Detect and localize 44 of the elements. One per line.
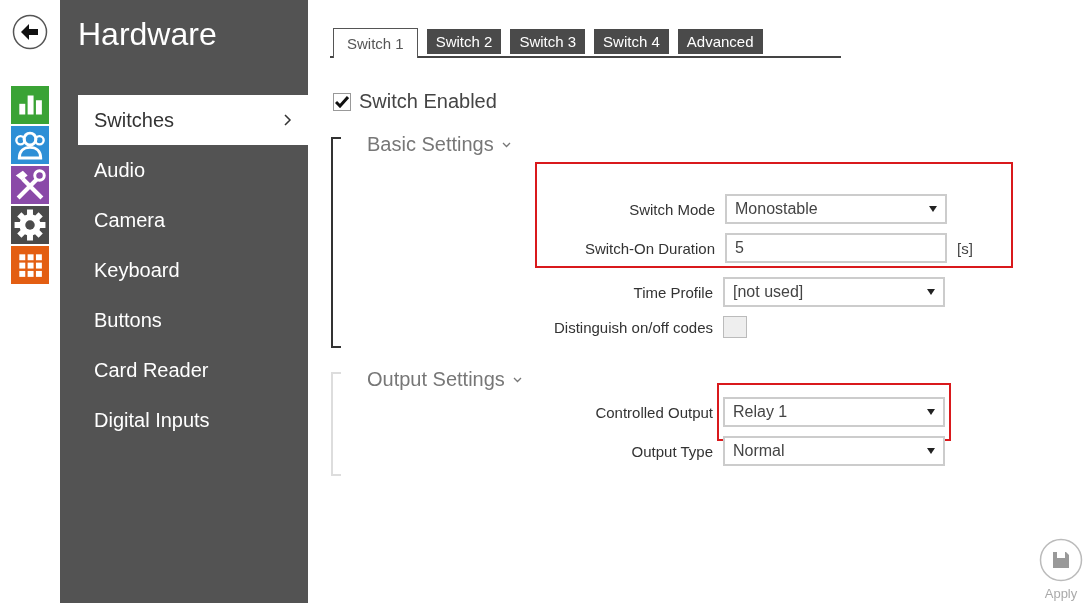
sidebar-title: Hardware xyxy=(77,15,218,54)
dropdown-field[interactable]: [not used] xyxy=(723,277,945,307)
field-label: Switch-On Duration xyxy=(583,239,715,257)
field-label: Controlled Output xyxy=(594,403,713,421)
floppy-disk-icon xyxy=(1039,538,1083,582)
tab[interactable]: Switch 3 xyxy=(510,29,586,54)
users-icon[interactable] xyxy=(11,126,49,164)
settings-icon[interactable] xyxy=(11,206,49,244)
field-label: Switch Mode xyxy=(628,200,715,218)
tab[interactable]: Switch 1 xyxy=(333,28,418,58)
sidebar-item[interactable]: Camera xyxy=(78,195,308,245)
section-title[interactable]: Basic Settings xyxy=(367,133,494,156)
dropdown-field[interactable]: Relay 1 xyxy=(723,397,945,427)
field-label: Output Type xyxy=(630,442,713,460)
sidebar-item[interactable]: Keyboard xyxy=(78,245,308,295)
dropdown-caret-icon xyxy=(929,206,937,212)
tab[interactable]: Switch 4 xyxy=(594,29,669,54)
bar-chart-icon[interactable] xyxy=(11,86,49,124)
checkbox[interactable] xyxy=(333,92,351,111)
unit-label: [s] xyxy=(957,239,974,257)
checkbox[interactable] xyxy=(723,316,747,338)
tab[interactable]: Advanced xyxy=(677,29,763,54)
input-field[interactable]: 5 xyxy=(725,233,947,263)
chevron-down-icon xyxy=(501,141,511,148)
dropdown-caret-icon xyxy=(927,448,935,454)
dropdown-field[interactable]: Monostable xyxy=(725,194,947,224)
sidebar-item[interactable]: Digital Inputs xyxy=(78,395,308,445)
field-label: Time Profile xyxy=(632,283,713,301)
chevron-down-icon xyxy=(512,376,522,383)
chevron-right-icon xyxy=(284,114,292,126)
hammer-wrench-icon[interactable] xyxy=(11,166,49,204)
dropdown-caret-icon xyxy=(927,409,935,415)
sidebar-item[interactable]: Audio xyxy=(78,145,308,195)
grid-icon[interactable] xyxy=(11,246,49,284)
sidebar-item[interactable]: Switches xyxy=(78,95,308,145)
checkbox-label: Switch Enabled xyxy=(359,90,497,113)
dropdown-field[interactable]: Normal xyxy=(723,436,945,466)
sidebar-item[interactable]: Buttons xyxy=(78,295,308,345)
back-button[interactable] xyxy=(12,14,48,50)
field-label: Distinguish on/off codes xyxy=(553,318,713,336)
dropdown-caret-icon xyxy=(927,289,935,295)
tab[interactable]: Switch 2 xyxy=(426,29,502,54)
section-title[interactable]: Output Settings xyxy=(367,368,505,391)
sidebar-item[interactable]: Card Reader xyxy=(78,345,308,395)
